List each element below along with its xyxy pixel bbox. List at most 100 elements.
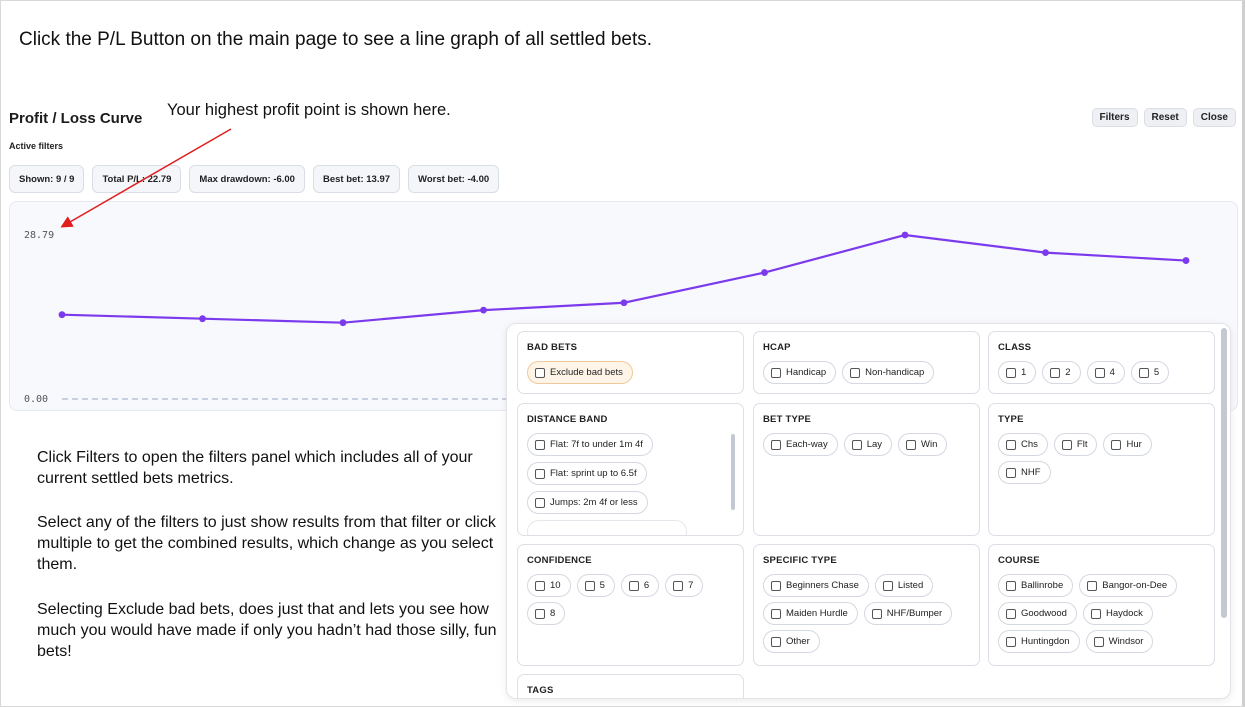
chip-goodwood[interactable]: Goodwood	[998, 602, 1077, 625]
checkbox[interactable]	[1006, 467, 1016, 478]
y-tick-zero: 0.00	[24, 394, 48, 405]
filter-group-title: COURSE	[998, 555, 1040, 566]
filter-group-title: TAGS	[527, 685, 554, 696]
stat-worst-bet: Worst bet: -4.00	[408, 165, 500, 193]
chip-win[interactable]: Win	[898, 433, 948, 456]
chip-each-way[interactable]: Each-way	[763, 433, 838, 456]
checkbox[interactable]	[1006, 439, 1016, 450]
checkbox[interactable]	[1111, 439, 1122, 450]
chip-class-5[interactable]: 5	[1130, 361, 1170, 384]
pl-point-3[interactable]	[339, 319, 347, 327]
chip-jumps-2m4f[interactable]: Jumps: 2m 4f or less	[527, 491, 648, 514]
screenshot-frame: Click the P/L Button on the main page to…	[0, 0, 1245, 707]
chip-maiden-hurdle[interactable]: Maiden Hurdle	[763, 602, 858, 625]
filter-group-title: TYPE	[998, 414, 1024, 425]
chip-exclude-bad-bets[interactable]: Exclude bad bets	[527, 361, 633, 384]
chip-handicap[interactable]: Handicap	[763, 361, 837, 384]
chip-confidence-5[interactable]: 5	[576, 574, 615, 597]
checkbox[interactable]	[535, 608, 545, 619]
chip-beginners-chase[interactable]: Beginners Chase	[763, 574, 869, 597]
chip-bangor-on-dee[interactable]: Bangor-on-Dee	[1079, 574, 1178, 597]
checkbox[interactable]	[771, 636, 781, 647]
checkbox[interactable]	[1093, 636, 1104, 647]
checkbox[interactable]	[535, 468, 545, 479]
chip-lay[interactable]: Lay	[843, 433, 893, 456]
chip-flat-sprint[interactable]: Flat: sprint up to 6.5f	[527, 462, 647, 485]
checkbox[interactable]	[771, 580, 781, 591]
chip-windsor[interactable]: Windsor	[1085, 630, 1154, 653]
pl-point-5[interactable]	[620, 299, 628, 307]
checkbox[interactable]	[771, 608, 781, 619]
checkbox[interactable]	[851, 439, 862, 450]
chip-haydock[interactable]: Haydock	[1082, 602, 1153, 625]
checkbox[interactable]	[535, 497, 545, 508]
checkbox[interactable]	[771, 367, 781, 378]
chip-class-1[interactable]: 1	[998, 361, 1037, 384]
chip-partially-hidden	[527, 520, 687, 535]
filter-group-bet-type: BET TYPE Each-way Lay Win	[753, 403, 980, 536]
chip-class-2[interactable]: 2	[1042, 361, 1081, 384]
checkbox[interactable]	[535, 439, 545, 450]
distance-band-scrollbar[interactable]	[731, 434, 735, 510]
checkbox[interactable]	[673, 580, 684, 591]
highest-point-annotation: Your highest profit point is shown here.	[167, 101, 451, 119]
filter-group-specific-type: SPECIFIC TYPE Beginners Chase Listed Mai…	[753, 544, 980, 666]
checkbox[interactable]	[771, 439, 781, 450]
chip-nhf-bumper[interactable]: NHF/Bumper	[863, 602, 953, 625]
filters-button[interactable]: Filters	[1091, 108, 1138, 127]
pl-point-1[interactable]	[58, 311, 66, 319]
chip-listed[interactable]: Listed	[874, 574, 934, 597]
pl-point-6[interactable]	[761, 269, 768, 276]
chip-non-handicap[interactable]: Non-handicap	[842, 361, 935, 384]
chip-other[interactable]: Other	[763, 630, 820, 653]
pl-point-8[interactable]	[1042, 249, 1049, 257]
checkbox[interactable]	[1087, 580, 1098, 591]
checkbox[interactable]	[1006, 367, 1016, 378]
checkbox[interactable]	[1006, 580, 1016, 591]
chip-ballinrobe[interactable]: Ballinrobe	[998, 574, 1074, 597]
top-instruction: Click the P/L Button on the main page to…	[19, 29, 653, 50]
chip-flat-7f-to-1m4f[interactable]: Flat: 7f to under 1m 4f	[527, 433, 653, 456]
chip-hur[interactable]: Hur	[1103, 433, 1152, 456]
checkbox[interactable]	[1138, 367, 1149, 378]
chip-chs[interactable]: Chs	[998, 433, 1048, 456]
pl-point-7[interactable]	[901, 231, 909, 239]
checkbox[interactable]	[1006, 636, 1016, 647]
checkbox[interactable]	[535, 367, 545, 378]
pl-point-4[interactable]	[480, 306, 487, 314]
filters-help-text: Click Filters to open the filters panel …	[37, 449, 473, 487]
y-tick-max: 28.79	[24, 230, 54, 241]
chip-confidence-6[interactable]: 6	[620, 574, 660, 597]
chip-flt[interactable]: Flt	[1053, 433, 1098, 456]
chip-confidence-10[interactable]: 10	[527, 574, 571, 597]
stat-total-pl: Total P/L: 22.79	[92, 165, 182, 193]
pl-points	[58, 231, 1190, 327]
pl-point-9[interactable]	[1182, 257, 1190, 264]
stat-best-bet: Best bet: 13.97	[312, 165, 401, 193]
filter-group-distance-band: DISTANCE BAND Flat: 7f to under 1m 4f Fl…	[517, 403, 744, 536]
reset-button[interactable]: Reset	[1143, 108, 1187, 127]
panel-scrollbar[interactable]	[1221, 328, 1227, 618]
checkbox[interactable]	[1090, 608, 1101, 619]
checkbox[interactable]	[1061, 439, 1072, 450]
checkbox[interactable]	[628, 580, 639, 591]
checkbox[interactable]	[871, 608, 882, 619]
chip-confidence-7[interactable]: 7	[665, 574, 704, 597]
chip-confidence-8[interactable]: 8	[527, 602, 566, 625]
pl-point-2[interactable]	[199, 315, 206, 323]
filter-group-title: CLASS	[998, 342, 1032, 353]
filter-group-type: TYPE Chs Flt Hur NHF	[988, 403, 1215, 536]
chip-class-4[interactable]: 4	[1086, 361, 1125, 384]
checkbox[interactable]	[882, 580, 893, 591]
checkbox[interactable]	[1006, 608, 1016, 619]
checkbox[interactable]	[535, 580, 545, 591]
checkbox[interactable]	[1094, 367, 1105, 378]
checkbox[interactable]	[584, 580, 595, 591]
chip-nhf[interactable]: NHF	[998, 461, 1051, 484]
checkbox[interactable]	[1050, 367, 1061, 378]
checkbox[interactable]	[850, 367, 861, 378]
checkbox[interactable]	[906, 439, 917, 450]
chip-huntingdon[interactable]: Huntingdon	[998, 630, 1080, 653]
close-button[interactable]: Close	[1192, 108, 1236, 127]
header-buttons: Filters Reset Close	[1091, 108, 1236, 127]
